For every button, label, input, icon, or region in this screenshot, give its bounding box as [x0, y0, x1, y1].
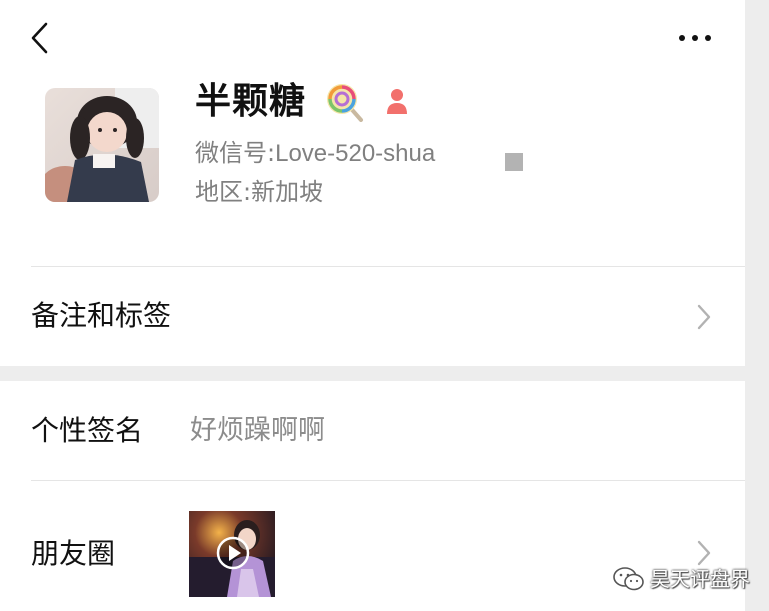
moments-thumbnail-image: [189, 511, 275, 597]
right-edge-strip: [745, 0, 769, 611]
more-icon-dot: [692, 35, 698, 41]
chevron-right-icon: [697, 304, 711, 330]
back-button[interactable]: [26, 20, 56, 56]
remark-tags-label: 备注和标签: [31, 299, 172, 332]
moments-video-thumbnail[interactable]: [189, 511, 275, 597]
section-separator: [0, 366, 745, 381]
region-value: 新加坡: [251, 178, 324, 206]
remark-tags-row[interactable]: 备注和标签: [0, 267, 745, 366]
contact-profile-page: 半颗糖 微信号:Love-520-shua 地区:新加坡 备注和标签 个性签名 …: [0, 0, 750, 611]
moments-label: 朋友圈: [31, 537, 116, 570]
signature-label: 个性签名: [31, 414, 144, 447]
signature-row: 个性签名 好烦躁啊啊: [0, 381, 745, 480]
avatar[interactable]: [45, 88, 159, 202]
more-button[interactable]: [672, 25, 718, 51]
more-icon-dot: [705, 35, 711, 41]
back-icon: [31, 22, 48, 54]
region-row: 地区:新加坡: [195, 176, 323, 208]
nickname: 半颗糖: [195, 81, 307, 122]
female-icon: [387, 89, 407, 114]
more-icon: [679, 35, 685, 41]
wechat-logo-icon: [613, 567, 644, 591]
wechat-id-row: 微信号:Love-520-shua: [195, 137, 435, 170]
wechat-id-label: 微信号:: [195, 139, 276, 167]
watermark-text: 昊天评盘界: [650, 567, 750, 591]
qr-code-icon[interactable]: [505, 153, 523, 171]
signature-value: 好烦躁啊啊: [190, 415, 325, 446]
avatar-image: [45, 88, 159, 202]
lollipop-icon: [327, 84, 363, 122]
region-label: 地区:: [195, 178, 252, 206]
wechat-id-value: Love-520-shua: [275, 140, 436, 167]
